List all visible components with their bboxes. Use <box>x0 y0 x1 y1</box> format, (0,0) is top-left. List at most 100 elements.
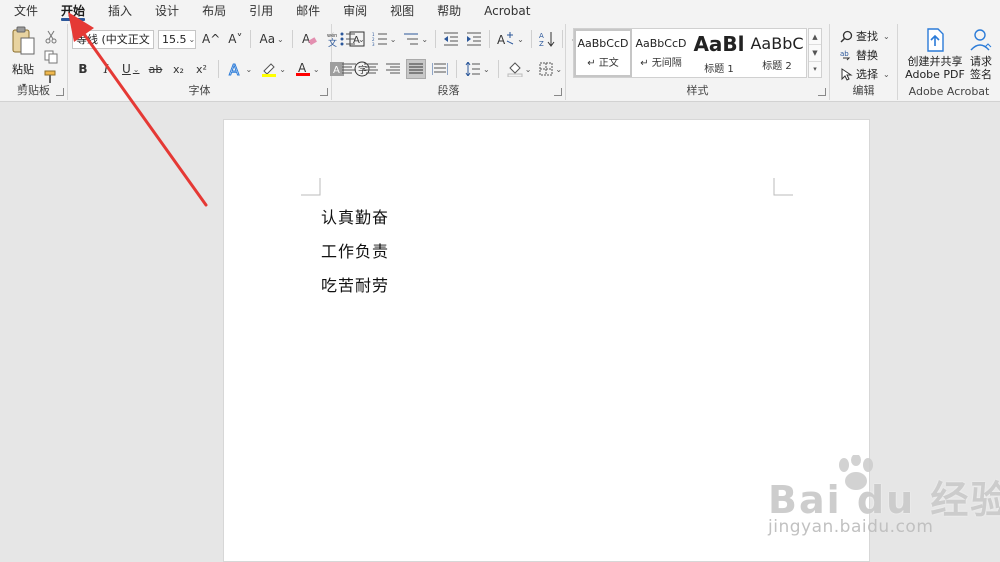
create-share-pdf-button[interactable]: 创建并共享 Adobe PDF <box>904 28 966 81</box>
chevron-down-icon: ⌄ <box>883 31 890 41</box>
cursor-arrow-icon <box>841 67 853 81</box>
superscript-button[interactable]: x² <box>193 59 211 79</box>
paint-bucket-icon <box>507 62 523 77</box>
tab-view[interactable]: 视图 <box>380 0 424 22</box>
justify-button[interactable] <box>406 59 426 79</box>
font-group-label: 字体 <box>188 84 211 97</box>
multilevel-list-button[interactable]: ⌄ <box>401 29 430 49</box>
find-label: 查找 <box>856 30 878 43</box>
justify-icon <box>409 63 423 74</box>
distributed-button[interactable] <box>430 59 450 79</box>
line-spacing-icon <box>465 62 480 76</box>
scissors-icon <box>45 30 57 44</box>
subscript-button[interactable]: x₂ <box>170 59 188 79</box>
bold-button[interactable]: B <box>74 59 92 79</box>
style-heading-2[interactable]: AaBbC 标题 2 <box>748 29 806 77</box>
italic-button[interactable]: I <box>97 59 115 79</box>
copy-button[interactable] <box>42 48 60 66</box>
clear-formatting-icon: A <box>302 32 317 46</box>
signature-icon <box>970 29 992 51</box>
chevron-down-icon: ⌄ <box>524 64 532 74</box>
paragraph-launcher-icon[interactable] <box>554 88 562 96</box>
align-center-button[interactable] <box>362 59 380 79</box>
ribbon-tab-bar: 文件 开始 插入 设计 布局 引用 邮件 审阅 视图 帮助 Acrobat <box>0 0 1000 22</box>
bullets-button[interactable]: ⌄ <box>338 29 367 49</box>
tab-file[interactable]: 文件 <box>4 0 48 22</box>
font-color-button[interactable]: A ⌄ <box>293 59 322 79</box>
tab-design[interactable]: 设计 <box>145 0 189 22</box>
sort-button[interactable]: AZ <box>537 29 557 49</box>
style-heading-1[interactable]: AaBl 标题 1 <box>690 29 748 77</box>
style-sample: AaBbCcD <box>635 37 687 50</box>
decrease-indent-button[interactable] <box>441 29 461 49</box>
sort-icon: AZ <box>539 32 555 47</box>
find-button[interactable]: 查找 ⌄ <box>840 27 890 45</box>
svg-text:3: 3 <box>372 42 375 46</box>
text-effects-icon: A <box>228 61 240 77</box>
replace-button[interactable]: ab 替换 <box>840 46 878 64</box>
svg-text:A: A <box>497 33 506 46</box>
increase-indent-button[interactable] <box>464 29 484 49</box>
baidu-jingyan-watermark: Bai du 经验 jingyan.baidu.com <box>762 455 1000 545</box>
align-center-icon <box>364 63 378 74</box>
chinese-layout-button[interactable]: A ⌄ <box>495 29 526 49</box>
font-launcher-icon[interactable] <box>320 88 328 96</box>
request-sign-label-2: 签名 <box>970 68 992 81</box>
align-right-button[interactable] <box>384 59 402 79</box>
tab-references[interactable]: 引用 <box>239 0 283 22</box>
acrobat-group-label: Adobe Acrobat <box>908 85 990 98</box>
svg-text:A: A <box>298 61 307 75</box>
change-case-button[interactable]: Aa ⌄ <box>257 29 285 49</box>
tab-help[interactable]: 帮助 <box>427 0 471 22</box>
tab-review[interactable]: 审阅 <box>333 0 377 22</box>
style-normal[interactable]: AaBbCcD ↵ 正文 <box>574 29 632 77</box>
align-left-button[interactable] <box>340 59 358 79</box>
select-button[interactable]: 选择 ⌄ <box>840 65 890 83</box>
style-name: 标题 2 <box>762 61 792 72</box>
request-signature-button[interactable]: 请求 签名 <box>964 28 998 81</box>
line-spacing-button[interactable]: ⌄ <box>463 59 492 79</box>
style-name: 标题 1 <box>704 63 734 75</box>
borders-button[interactable]: ⌄ <box>537 59 564 79</box>
chevron-down-icon: ⌄ <box>389 34 397 44</box>
styles-launcher-icon[interactable] <box>818 88 826 96</box>
document-line-1[interactable]: 认真勤奋 <box>321 204 389 228</box>
document-line-2[interactable]: 工作负责 <box>321 238 389 262</box>
tab-insert[interactable]: 插入 <box>98 0 142 22</box>
scroll-up-icon[interactable]: ▲ <box>809 29 821 46</box>
shrink-font-button[interactable]: A˅ <box>226 29 244 49</box>
align-left-icon <box>342 63 356 74</box>
tab-mailings[interactable]: 邮件 <box>286 0 330 22</box>
chevron-down-icon: ⌄ <box>358 34 365 44</box>
chevron-down-icon: ⌄ <box>279 64 286 74</box>
font-color-icon: A <box>295 61 310 76</box>
underline-button[interactable]: U ⌄ <box>120 59 142 79</box>
divider <box>250 30 252 48</box>
clipboard-launcher-icon[interactable] <box>56 88 64 96</box>
text-effects-button[interactable]: A ⌄ <box>226 59 255 79</box>
copy-icon <box>44 50 58 64</box>
gallery-more-icon[interactable]: ▾ <box>809 62 821 77</box>
chevron-down-icon: ⌄ <box>245 64 253 74</box>
numbering-button[interactable]: 1 2 3 ⌄ <box>370 29 399 49</box>
style-no-spacing[interactable]: AaBbCcD ↵ 无间隔 <box>632 29 690 77</box>
clear-formatting-button[interactable]: A <box>299 29 319 49</box>
document-line-3[interactable]: 吃苦耐劳 <box>321 272 389 296</box>
grow-font-button[interactable]: A^ <box>200 29 222 49</box>
underline-label: U <box>122 62 131 76</box>
font-name-combo[interactable]: 等线 (中文正文 ⌄ <box>72 29 154 49</box>
shading-button[interactable]: ⌄ <box>505 59 534 79</box>
tab-home[interactable]: 开始 <box>51 0 95 22</box>
tab-layout[interactable]: 布局 <box>192 0 236 22</box>
strikethrough-button[interactable]: ab <box>147 59 165 79</box>
font-size-combo[interactable]: 15.5 ⌄ <box>158 29 196 49</box>
chevron-down-icon: ⌄ <box>517 34 524 44</box>
divider <box>456 60 457 78</box>
cut-button[interactable] <box>42 28 60 46</box>
svg-text:Z: Z <box>539 40 544 47</box>
highlight-color-button[interactable]: ⌄ <box>259 59 288 79</box>
scroll-down-icon[interactable]: ▼ <box>809 45 821 62</box>
styles-group-label: 样式 <box>686 84 709 97</box>
tab-acrobat[interactable]: Acrobat <box>474 0 540 22</box>
increase-indent-icon <box>467 32 482 46</box>
